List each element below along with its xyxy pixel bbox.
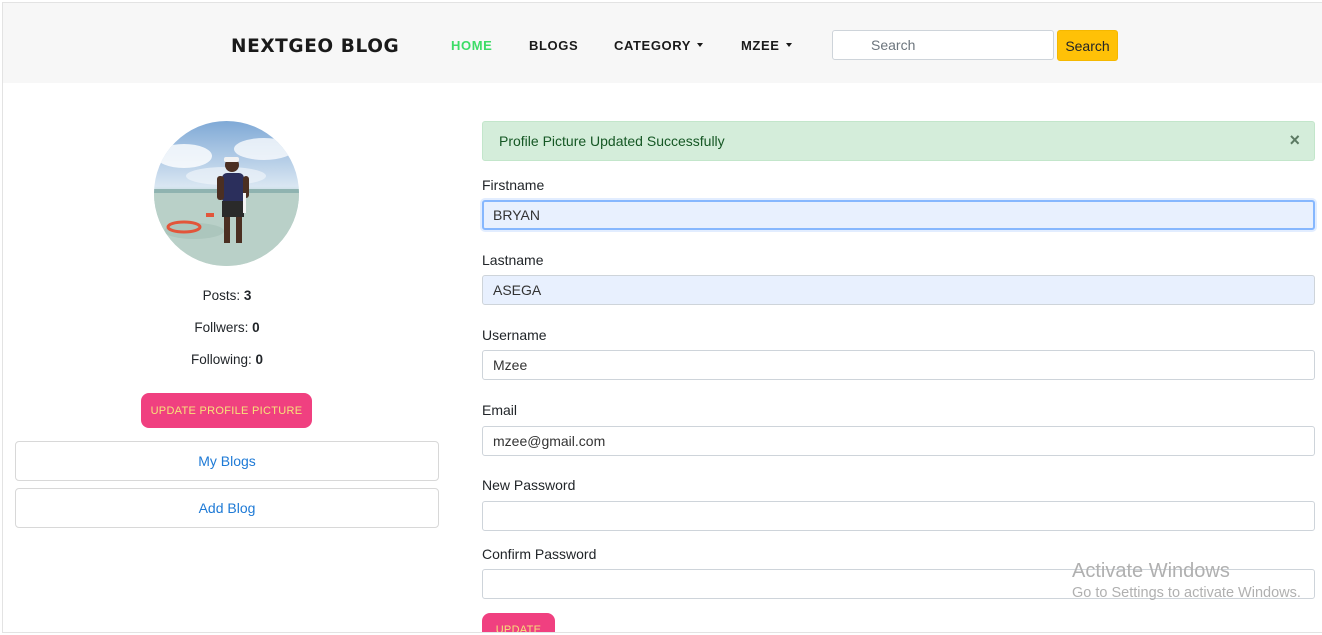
following-stat-label: Following: (190, 352, 252, 367)
avatar (154, 121, 299, 266)
search-button[interactable]: Search (1057, 30, 1118, 61)
caret-down-icon (697, 43, 704, 47)
profile-photo-icon (154, 121, 299, 266)
nav-category-dropdown[interactable]: CATEGORY (614, 38, 704, 53)
followers-stat-label: Follwers: (194, 320, 249, 335)
nav-user-dropdown[interactable]: MZEE (741, 38, 792, 53)
nav-home-link[interactable]: HOME (451, 38, 492, 53)
lastname-label: Lastname (482, 252, 544, 268)
followers-stat: Follwers: 0 (15, 320, 439, 335)
firstname-field[interactable] (482, 200, 1315, 230)
confirm-password-label: Confirm Password (482, 546, 597, 562)
email-label: Email (482, 402, 518, 418)
update-button-label: UPDATE (495, 624, 542, 633)
nav-blogs-label: BLOGS (529, 38, 579, 53)
page-frame: NEXTGEO BLOG HOME BLOGS CATEGORY MZEE Se… (2, 2, 1322, 633)
update-button[interactable]: UPDATE (482, 613, 555, 633)
update-profile-picture-button[interactable]: UPDATE PROFILE PICTURE (141, 393, 312, 428)
nav-blogs-link[interactable]: BLOGS (529, 38, 578, 53)
add-blog-link[interactable]: Add Blog (15, 488, 439, 528)
nav-home-label: HOME (451, 38, 493, 53)
firstname-label: Firstname (482, 177, 545, 193)
my-blogs-link[interactable]: My Blogs (15, 441, 439, 481)
username-field[interactable] (482, 350, 1315, 380)
brand-logo[interactable]: NEXTGEO BLOG (231, 36, 399, 57)
lastname-field[interactable] (482, 275, 1315, 305)
search-input[interactable] (832, 30, 1054, 60)
new-password-label: New Password (482, 477, 576, 493)
posts-stat-label: Posts: (202, 288, 241, 303)
close-icon[interactable]: × (1289, 122, 1300, 159)
caret-down-icon (785, 43, 792, 47)
watermark-title: Activate Windows (1072, 560, 1230, 582)
new-password-field[interactable] (482, 501, 1315, 531)
following-stat: Following: 0 (15, 352, 439, 367)
followers-stat-value: 0 (252, 320, 260, 335)
watermark-subtitle: Go to Settings to activate Windows. (1072, 585, 1301, 601)
email-field[interactable] (482, 426, 1315, 456)
posts-stat: Posts: 3 (15, 288, 439, 303)
nav-category-label: CATEGORY (614, 38, 692, 53)
alert-message: Profile Picture Updated Successfully (499, 133, 725, 149)
nav-user-label: MZEE (741, 38, 780, 53)
posts-stat-value: 3 (243, 288, 252, 303)
following-stat-value: 0 (255, 352, 264, 367)
success-alert: Profile Picture Updated Successfully × (482, 121, 1315, 161)
navbar: NEXTGEO BLOG HOME BLOGS CATEGORY MZEE Se… (3, 3, 1322, 83)
username-label: Username (482, 327, 547, 343)
